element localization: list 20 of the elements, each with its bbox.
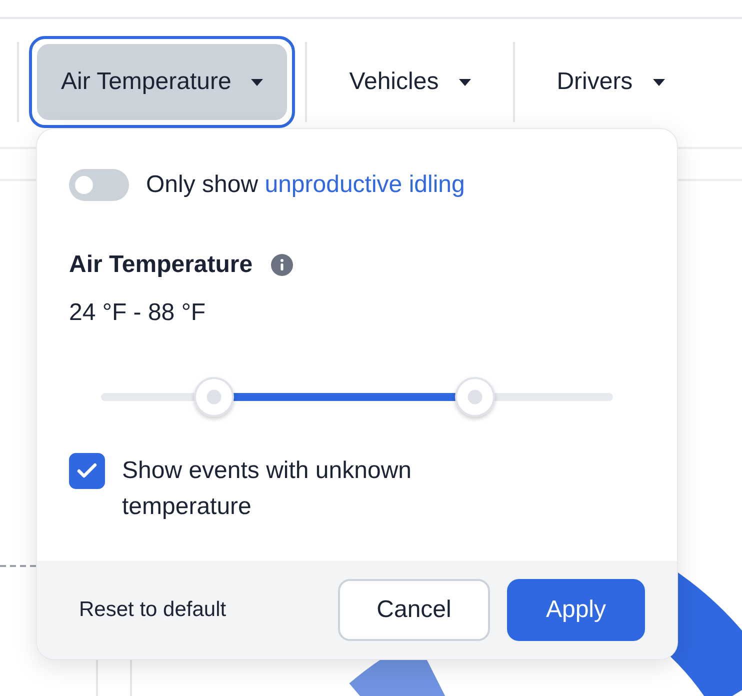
toggle-label: Only show unproductive idling [146, 171, 465, 199]
slider-thumb[interactable] [194, 377, 234, 417]
caret-icon [458, 78, 471, 86]
caret-icon [251, 78, 264, 86]
link[interactable]: unproductive idling [264, 171, 465, 198]
toggle-switch[interactable] [69, 169, 129, 201]
section-title: Air Temperature [69, 251, 253, 279]
slider-thumb[interactable] [454, 377, 495, 417]
caret-icon [652, 78, 665, 86]
checkbox-label: Show events with unknown temperature [122, 456, 412, 522]
checkbox[interactable] [69, 453, 105, 489]
apply-button[interactable]: Apply [507, 579, 645, 641]
filter-dropdown[interactable]: Vehicles [325, 44, 495, 120]
filter-dropdown[interactable]: Drivers [532, 44, 689, 120]
reset-button[interactable]: Reset to default [69, 598, 236, 622]
cancel-button[interactable]: Cancel [338, 579, 490, 641]
range-value: 24 °F - 88 °F [69, 299, 207, 327]
info-icon[interactable] [270, 254, 293, 276]
check-icon [77, 463, 97, 479]
filter-dropdown[interactable]: Air Temperature [37, 44, 288, 120]
